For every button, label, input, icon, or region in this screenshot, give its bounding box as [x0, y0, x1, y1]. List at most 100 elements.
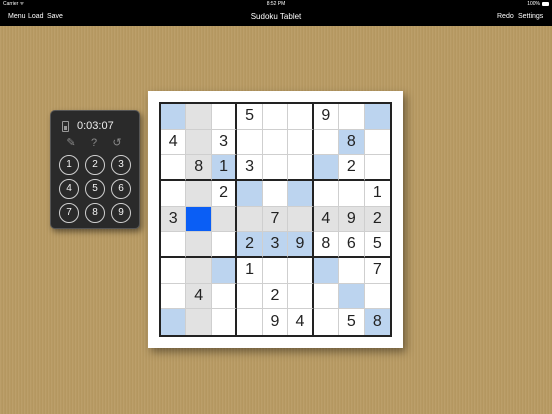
sudoku-cell[interactable] — [237, 129, 263, 156]
pause-icon[interactable] — [62, 121, 69, 132]
sudoku-cell[interactable] — [364, 130, 390, 156]
sudoku-cell[interactable] — [186, 129, 212, 156]
sudoku-cell[interactable]: 8 — [186, 155, 212, 181]
sudoku-cell[interactable] — [339, 283, 365, 310]
sudoku-cell[interactable]: 3 — [211, 129, 238, 156]
sudoku-cell[interactable]: 3 — [161, 206, 187, 233]
sudoku-cell[interactable]: 1 — [364, 181, 390, 207]
sudoku-cell[interactable] — [262, 155, 289, 181]
sudoku-cell[interactable] — [288, 129, 314, 156]
sudoku-cell[interactable]: 4 — [288, 309, 314, 335]
sudoku-cell[interactable] — [186, 104, 212, 130]
sudoku-cell[interactable] — [237, 283, 263, 310]
sudoku-cell[interactable]: 2 — [211, 180, 238, 207]
number-button-5[interactable]: 5 — [85, 179, 105, 199]
sudoku-cell[interactable]: 9 — [313, 104, 340, 130]
number-button-4[interactable]: 4 — [59, 179, 79, 199]
sudoku-cell[interactable] — [313, 180, 340, 207]
sudoku-cell[interactable] — [161, 180, 187, 207]
sudoku-cell[interactable]: 3 — [237, 155, 263, 181]
control-panel: 0:03:07 ✎ ? ↺ 123 456 789 — [50, 110, 140, 229]
sudoku-cell[interactable]: 5 — [364, 232, 390, 258]
sudoku-cell[interactable]: 7 — [262, 206, 289, 233]
sudoku-cell[interactable] — [364, 155, 390, 181]
sudoku-cell[interactable] — [211, 232, 238, 258]
sudoku-cell[interactable] — [288, 104, 314, 130]
sudoku-cell[interactable] — [237, 206, 263, 233]
sudoku-cell[interactable] — [364, 104, 390, 130]
number-button-2[interactable]: 2 — [85, 155, 105, 175]
sudoku-board: 594388132213749223986517429458 — [148, 91, 403, 348]
sudoku-cell[interactable] — [288, 257, 314, 284]
sudoku-cell[interactable] — [211, 283, 238, 310]
sudoku-cell[interactable] — [186, 257, 212, 284]
undo-icon[interactable]: ↺ — [109, 136, 125, 150]
sudoku-cell[interactable] — [262, 129, 289, 156]
sudoku-cell[interactable]: 7 — [364, 258, 390, 284]
sudoku-cell[interactable] — [339, 180, 365, 207]
sudoku-cell[interactable] — [161, 232, 187, 258]
sudoku-cell[interactable]: 5 — [237, 104, 263, 130]
sudoku-cell[interactable] — [313, 257, 340, 284]
sudoku-cell[interactable]: 5 — [339, 309, 365, 335]
sudoku-cell[interactable]: 4 — [313, 206, 340, 233]
sudoku-cell[interactable] — [339, 257, 365, 284]
sudoku-cell[interactable] — [262, 104, 289, 130]
sudoku-cell[interactable] — [161, 104, 187, 130]
sudoku-cell[interactable]: 1 — [211, 155, 238, 181]
sudoku-cell[interactable]: 4 — [186, 283, 212, 310]
redo-button[interactable]: Redo — [497, 13, 514, 20]
sudoku-cell[interactable] — [186, 309, 212, 335]
sudoku-cell[interactable]: 2 — [339, 155, 365, 181]
sudoku-cell[interactable] — [237, 180, 263, 207]
settings-button[interactable]: Settings — [518, 13, 543, 20]
hint-icon[interactable]: ? — [86, 136, 102, 150]
sudoku-cell[interactable] — [212, 309, 238, 335]
sudoku-cell[interactable] — [161, 155, 187, 181]
sudoku-cell[interactable] — [186, 180, 212, 207]
number-button-6[interactable]: 6 — [111, 179, 131, 199]
sudoku-cell[interactable] — [211, 104, 238, 130]
sudoku-cell[interactable]: 1 — [237, 257, 263, 284]
sudoku-cell[interactable] — [161, 257, 187, 284]
sudoku-cell[interactable] — [211, 257, 238, 284]
sudoku-cell[interactable]: 2 — [364, 206, 390, 233]
sudoku-cell[interactable]: 8 — [339, 129, 365, 156]
sudoku-cell[interactable]: 8 — [313, 232, 340, 258]
sudoku-cell[interactable] — [313, 283, 340, 310]
timer: 0:03:07 — [77, 120, 114, 132]
sudoku-cell[interactable] — [161, 309, 187, 335]
tools-row: ✎ ? ↺ — [51, 136, 139, 150]
sudoku-cell[interactable]: 9 — [339, 206, 365, 233]
sudoku-cell[interactable] — [237, 309, 263, 335]
sudoku-cell[interactable]: 3 — [262, 232, 289, 258]
sudoku-cell[interactable]: 9 — [288, 232, 314, 258]
sudoku-cell[interactable] — [313, 155, 340, 181]
sudoku-cell[interactable] — [288, 206, 314, 233]
number-button-9[interactable]: 9 — [111, 203, 131, 223]
number-button-1[interactable]: 1 — [59, 155, 79, 175]
sudoku-cell[interactable] — [211, 206, 238, 233]
number-button-3[interactable]: 3 — [111, 155, 131, 175]
sudoku-cell[interactable]: 6 — [339, 232, 365, 258]
number-button-8[interactable]: 8 — [85, 203, 105, 223]
sudoku-cell[interactable]: 4 — [161, 129, 187, 156]
sudoku-cell[interactable] — [161, 283, 187, 310]
number-button-7[interactable]: 7 — [59, 203, 79, 223]
sudoku-cell[interactable]: 2 — [237, 232, 263, 258]
sudoku-cell[interactable] — [186, 232, 212, 258]
sudoku-cell[interactable]: 9 — [263, 309, 289, 335]
sudoku-cell[interactable] — [288, 283, 314, 310]
sudoku-cell[interactable]: 2 — [262, 283, 289, 310]
sudoku-cell[interactable] — [314, 309, 340, 335]
sudoku-cell[interactable] — [364, 284, 390, 310]
sudoku-cell[interactable]: 8 — [364, 309, 390, 335]
sudoku-cell[interactable] — [313, 129, 340, 156]
sudoku-cell[interactable] — [339, 104, 365, 130]
sudoku-cell[interactable] — [288, 155, 314, 181]
sudoku-cell[interactable] — [262, 257, 289, 284]
sudoku-cell[interactable] — [288, 180, 314, 207]
selected-cell[interactable] — [186, 206, 212, 233]
sudoku-cell[interactable] — [262, 180, 289, 207]
pencil-icon[interactable]: ✎ — [63, 136, 79, 150]
